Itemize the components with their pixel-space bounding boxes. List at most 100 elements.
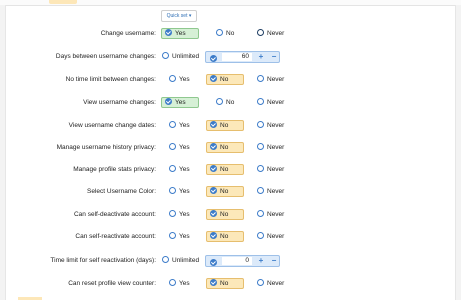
permission-row-view-username-changes: View username changes: Yes No Never bbox=[0, 96, 461, 110]
radio-icon bbox=[216, 98, 223, 105]
radio-checked-icon bbox=[165, 29, 172, 36]
radio-icon bbox=[257, 98, 264, 105]
permission-row-self-reactivate: Can self-reactivate account: Yes No Neve… bbox=[0, 230, 461, 244]
radio-icon bbox=[257, 143, 264, 150]
radio-checked-icon bbox=[210, 54, 217, 62]
radio-icon bbox=[257, 165, 264, 172]
option-never[interactable]: Never bbox=[253, 97, 289, 108]
option-yes[interactable]: Yes bbox=[165, 278, 199, 289]
radio-icon bbox=[216, 29, 223, 36]
option-no[interactable]: No bbox=[212, 97, 242, 108]
option-no[interactable]: No bbox=[206, 186, 244, 197]
option-never[interactable]: Never bbox=[253, 28, 289, 39]
option-yes[interactable]: Yes bbox=[165, 209, 199, 220]
option-yes[interactable]: Yes bbox=[161, 28, 199, 39]
option-no[interactable]: No bbox=[206, 209, 244, 220]
option-never[interactable]: Never bbox=[253, 74, 289, 85]
row-label: View username changes: bbox=[83, 99, 156, 106]
radio-checked-icon bbox=[210, 279, 217, 286]
radio-checked-icon bbox=[210, 121, 217, 128]
row-label: Change username: bbox=[100, 30, 156, 37]
permission-row-reset-profile-view-counter: Can reset profile view counter: Yes No N… bbox=[0, 277, 461, 291]
option-never[interactable]: Never bbox=[253, 231, 289, 242]
option-yes[interactable]: Yes bbox=[165, 186, 199, 197]
radio-checked-icon bbox=[210, 232, 217, 239]
permission-row-view-change-dates: View username change dates: Yes No Never bbox=[0, 119, 461, 133]
increment-button[interactable]: + bbox=[255, 256, 267, 266]
radio-icon bbox=[257, 75, 264, 82]
option-yes[interactable]: Yes bbox=[165, 74, 199, 85]
row-label: Can reset profile view counter: bbox=[68, 280, 156, 287]
radio-checked-icon bbox=[210, 187, 217, 194]
radio-icon bbox=[169, 279, 176, 286]
option-yes[interactable]: Yes bbox=[165, 164, 199, 175]
number-value[interactable]: 60 bbox=[222, 53, 252, 61]
radio-icon bbox=[162, 52, 169, 59]
radio-checked-icon bbox=[210, 143, 217, 150]
top-bar bbox=[0, 0, 461, 6]
option-yes[interactable]: Yes bbox=[165, 142, 199, 153]
quick-set-dropdown[interactable]: Quick set ▾ bbox=[161, 10, 197, 22]
radio-icon bbox=[169, 210, 176, 217]
option-no[interactable]: No bbox=[212, 28, 242, 39]
option-no[interactable]: No bbox=[206, 278, 244, 289]
option-never[interactable]: Never bbox=[253, 278, 289, 289]
radio-icon bbox=[169, 121, 176, 128]
permission-row-days-between-changes: Days between username changes: Unlimited… bbox=[0, 50, 461, 64]
radio-icon bbox=[169, 75, 176, 82]
option-unlimited[interactable]: Unlimited bbox=[158, 51, 202, 62]
option-no[interactable]: No bbox=[206, 142, 244, 153]
option-yes[interactable]: Yes bbox=[165, 120, 199, 131]
option-no[interactable]: No bbox=[206, 231, 244, 242]
option-no[interactable]: No bbox=[206, 164, 244, 175]
radio-icon bbox=[257, 29, 264, 36]
top-tab-marker bbox=[49, 0, 77, 4]
radio-icon bbox=[257, 121, 264, 128]
row-label: No time limit between changes: bbox=[65, 76, 156, 83]
radio-icon bbox=[169, 187, 176, 194]
radio-checked-icon bbox=[165, 98, 172, 105]
radio-checked-icon bbox=[210, 165, 217, 172]
option-never[interactable]: Never bbox=[253, 142, 289, 153]
option-yes[interactable]: Yes bbox=[161, 97, 199, 108]
radio-icon bbox=[257, 187, 264, 194]
days-number-input[interactable]: 60 + − bbox=[205, 51, 280, 63]
row-label: Days between username changes: bbox=[55, 53, 156, 60]
permission-row-username-history-privacy: Manage username history privacy: Yes No … bbox=[0, 141, 461, 155]
reactivation-days-number-input[interactable]: 0 + − bbox=[205, 255, 280, 267]
radio-icon bbox=[257, 210, 264, 217]
number-value[interactable]: 0 bbox=[222, 257, 252, 265]
row-label: Select Username Color: bbox=[87, 188, 156, 195]
row-label: Manage username history privacy: bbox=[56, 144, 156, 151]
option-no[interactable]: No bbox=[206, 120, 244, 131]
row-label: Can self-reactivate account: bbox=[75, 233, 156, 240]
increment-button[interactable]: + bbox=[255, 52, 267, 62]
radio-checked-icon bbox=[210, 210, 217, 217]
radio-icon bbox=[169, 232, 176, 239]
radio-checked-icon bbox=[210, 75, 217, 82]
row-label: Time limit for self reactivation (days): bbox=[50, 257, 156, 264]
permission-row-no-time-limit: No time limit between changes: Yes No Ne… bbox=[0, 73, 461, 87]
row-label: Manage profile stats privacy: bbox=[73, 166, 156, 173]
option-yes[interactable]: Yes bbox=[165, 231, 199, 242]
row-label: View username change dates: bbox=[68, 122, 156, 129]
option-never[interactable]: Never bbox=[253, 120, 289, 131]
permission-row-self-reactivation-limit: Time limit for self reactivation (days):… bbox=[0, 254, 461, 268]
decrement-button[interactable]: − bbox=[268, 52, 280, 62]
decrement-button[interactable]: − bbox=[268, 256, 280, 266]
radio-icon bbox=[162, 256, 169, 263]
option-never[interactable]: Never bbox=[253, 164, 289, 175]
permission-row-profile-stats-privacy: Manage profile stats privacy: Yes No Nev… bbox=[0, 163, 461, 177]
option-unlimited[interactable]: Unlimited bbox=[158, 255, 202, 266]
row-label: Can self-deactivate account: bbox=[73, 211, 156, 218]
permission-row-self-deactivate: Can self-deactivate account: Yes No Neve… bbox=[0, 208, 461, 222]
option-no[interactable]: No bbox=[206, 74, 244, 85]
radio-checked-icon bbox=[210, 258, 217, 266]
radio-icon bbox=[257, 279, 264, 286]
option-never[interactable]: Never bbox=[253, 209, 289, 220]
permission-row-change-username: Change username: Yes No Never bbox=[0, 27, 461, 41]
radio-icon bbox=[257, 232, 264, 239]
option-never[interactable]: Never bbox=[253, 186, 289, 197]
permission-row-select-username-color: Select Username Color: Yes No Never bbox=[0, 185, 461, 199]
radio-icon bbox=[169, 165, 176, 172]
